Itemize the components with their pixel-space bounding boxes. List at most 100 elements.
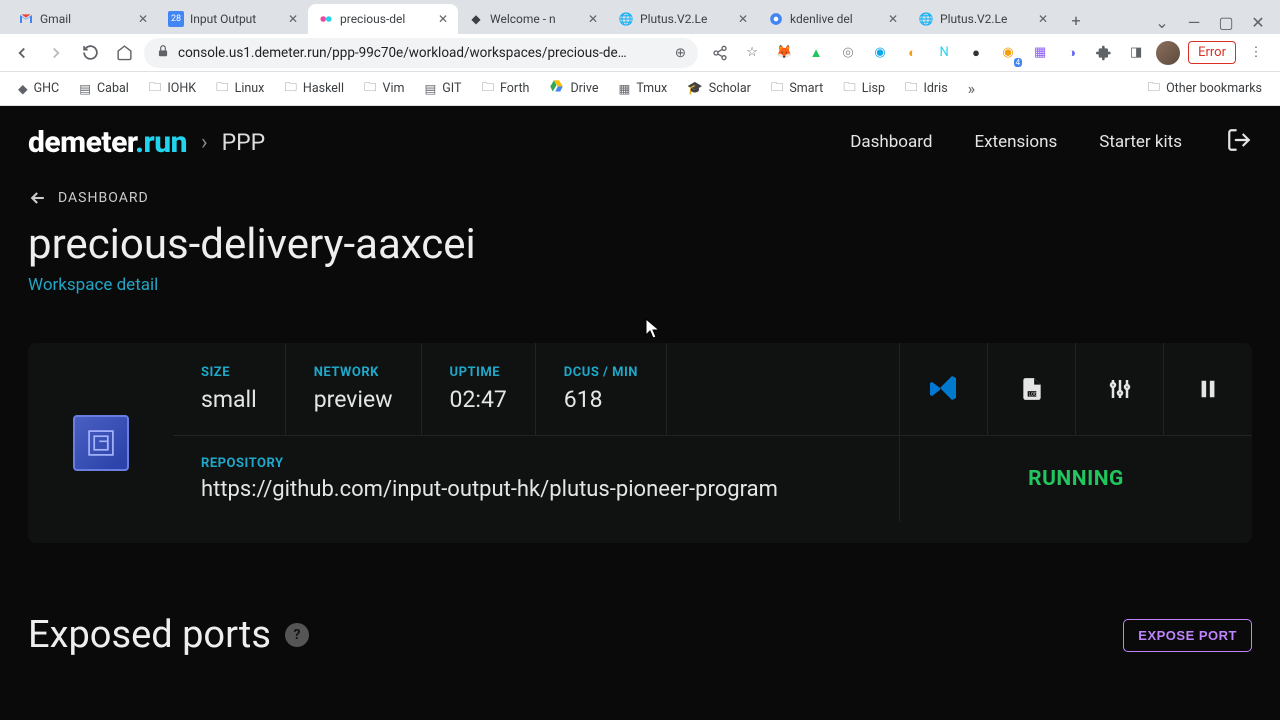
brand-logo[interactable]: demeter.run [28,125,187,160]
tab-title: precious-del [340,12,430,26]
folder-icon: 🗀 [771,78,784,99]
ext-blue-icon[interactable]: ◉ [868,41,892,65]
tab-precious-delivery[interactable]: precious-del ✕ [308,4,458,34]
bookmark-icon: ◆ [18,81,28,97]
logs-button[interactable]: LOG [988,343,1076,435]
share-icon[interactable] [708,41,732,65]
tab-input-output[interactable]: 28 Input Output ✕ [158,4,308,34]
bookmark-forth[interactable]: 🗀Forth [474,74,538,103]
profile-avatar[interactable] [1156,41,1180,65]
app-viewport: demeter.run › PPP Dashboard Extensions S… [0,106,1280,720]
logout-icon[interactable] [1226,127,1252,157]
ext-green-icon[interactable]: ▲ [804,41,828,65]
extensions-icon[interactable] [1092,41,1116,65]
address-bar[interactable]: console.us1.demeter.run/ppp-99c70e/workl… [144,38,698,68]
status-badge: RUNNING [1028,467,1124,491]
ext-n-icon[interactable]: N [932,41,956,65]
close-icon[interactable]: ✕ [736,12,750,26]
generic-icon: ◆ [468,11,484,27]
maximize-icon[interactable]: ▢ [1214,10,1238,34]
metamask-icon[interactable]: 🦊 [772,41,796,65]
bookmarks-bar: ◆GHC ▤Cabal 🗀IOHK 🗀Linux 🗀Haskell 🗀Vim ▤… [0,72,1280,106]
nav-dashboard[interactable]: Dashboard [834,124,948,160]
other-bookmarks[interactable]: 🗀Other bookmarks [1140,74,1270,103]
bookmark-icon: ▤ [424,81,436,97]
pause-button[interactable] [1164,343,1252,435]
stat-dcus: DCUS / MIN 618 [536,343,667,435]
close-icon[interactable]: ✕ [586,12,600,26]
close-icon[interactable]: ✕ [286,12,300,26]
tab-plutus-1[interactable]: 🌐 Plutus.V2.Le ✕ [608,4,758,34]
expose-port-button[interactable]: EXPOSE PORT [1123,619,1252,652]
bookmark-icon: ▦ [619,81,631,97]
ext-moon-icon[interactable]: ◑ [1060,41,1084,65]
settings-button[interactable] [1076,343,1164,435]
demeter-icon [318,11,334,27]
repository-block: REPOSITORY https://github.com/input-outp… [173,436,900,522]
workspace-detail-link[interactable]: Workspace detail [28,275,1252,295]
bookmark-tmux[interactable]: ▦Tmux [611,77,676,101]
close-icon[interactable]: ✕ [886,12,900,26]
ext-dark-icon[interactable]: ● [964,41,988,65]
browser-tab-strip: Gmail ✕ 28 Input Output ✕ precious-del ✕… [0,0,1280,34]
help-icon[interactable]: ? [285,623,309,647]
tab-gmail[interactable]: Gmail ✕ [8,4,158,34]
window-close-icon[interactable]: ✕ [1246,10,1270,34]
tab-plutus-2[interactable]: 🌐 Plutus.V2.Le ✕ [908,4,1058,34]
bookmark-star-icon[interactable]: ☆ [740,41,764,65]
ext-circle-icon[interactable]: ◎ [836,41,860,65]
tab-kdenlive[interactable]: kdenlive del ✕ [758,4,908,34]
globe-icon: 🌐 [918,11,934,27]
bookmark-drive[interactable]: Drive [541,75,606,102]
home-button[interactable] [110,39,138,67]
reload-button[interactable] [76,39,104,67]
bookmark-vim[interactable]: 🗀Vim [356,74,412,103]
bookmark-idris[interactable]: 🗀Idris [897,74,956,103]
open-vscode-button[interactable] [900,343,988,435]
url-text: console.us1.demeter.run/ppp-99c70e/workl… [178,45,667,61]
bookmarks-overflow-icon[interactable]: » [960,75,984,102]
close-icon[interactable]: ✕ [1036,12,1050,26]
tab-title: Welcome - n [490,12,580,26]
new-tab-button[interactable]: + [1062,6,1090,34]
back-to-dashboard[interactable]: DASHBOARD [28,188,1252,208]
bookmark-linux[interactable]: 🗀Linux [208,74,272,103]
nav-extensions[interactable]: Extensions [958,124,1073,160]
ext-orange-icon[interactable]: ◐ [900,41,924,65]
minimize-icon[interactable]: — [1182,10,1206,34]
bookmark-ghc[interactable]: ◆GHC [10,77,67,101]
nav-starter-kits[interactable]: Starter kits [1083,124,1198,160]
close-icon[interactable]: ✕ [136,12,150,26]
sidepanel-icon[interactable]: ◨ [1124,41,1148,65]
page-body: DASHBOARD precious-delivery-aaxcei Works… [0,178,1280,697]
back-button[interactable] [8,39,36,67]
exposed-ports-title: Exposed ports [28,613,271,657]
breadcrumb[interactable]: PPP [222,129,266,156]
repo-row: REPOSITORY https://github.com/input-outp… [173,436,1252,522]
install-icon[interactable]: ⊕ [675,45,686,61]
tab-welcome[interactable]: ◆ Welcome - n ✕ [458,4,608,34]
folder-icon: 🗀 [364,78,377,99]
drive-icon [549,79,564,98]
bookmark-git[interactable]: ▤GIT [416,77,469,101]
bookmark-iohk[interactable]: 🗀IOHK [141,74,204,103]
bookmark-smart[interactable]: 🗀Smart [763,74,831,103]
ext-purple-icon[interactable]: ▦ [1028,41,1052,65]
error-button[interactable]: Error [1188,41,1236,64]
repository-url[interactable]: https://github.com/input-output-hk/plutu… [201,477,871,502]
stat-size: SIZE small [173,343,286,435]
bookmark-lisp[interactable]: 🗀Lisp [835,74,893,103]
bookmark-scholar[interactable]: 🎓Scholar [679,77,759,100]
bookmark-haskell[interactable]: 🗀Haskell [276,74,352,103]
workspace-card: SIZE small NETWORK preview UPTIME 02:47 … [28,343,1252,543]
menu-icon[interactable]: ⋮ [1244,41,1268,65]
chevron-right-icon: › [201,130,208,155]
tab-dropdown-icon[interactable]: ⌄ [1150,10,1174,34]
ext-badge-icon[interactable]: ◉4 [996,41,1020,65]
close-icon[interactable]: ✕ [436,12,450,26]
bookmark-cabal[interactable]: ▤Cabal [71,77,137,101]
stat-uptime: UPTIME 02:47 [422,343,536,435]
back-label: DASHBOARD [58,190,149,206]
page-title: precious-delivery-aaxcei [28,220,1252,269]
forward-button[interactable] [42,39,70,67]
